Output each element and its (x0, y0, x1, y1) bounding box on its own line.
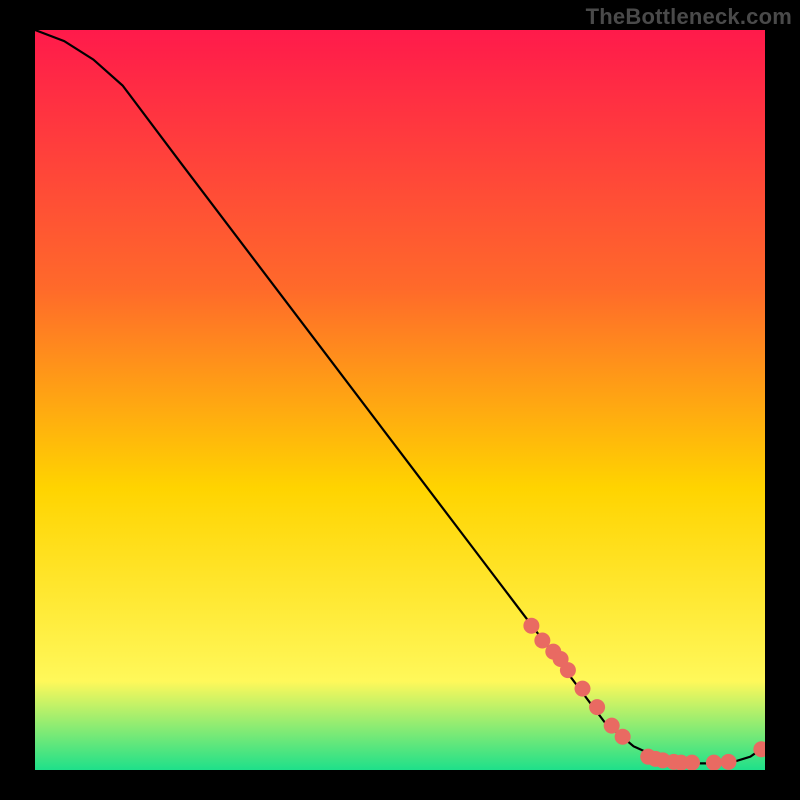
marker-point (575, 681, 591, 697)
marker-point (615, 729, 631, 745)
marker-point (523, 618, 539, 634)
marker-point (706, 755, 722, 770)
marker-point (684, 755, 700, 770)
marker-point (560, 662, 576, 678)
marker-point (721, 754, 737, 770)
chart-svg (35, 30, 765, 770)
gradient-background (35, 30, 765, 770)
watermark-text: TheBottleneck.com (586, 4, 792, 30)
marker-point (589, 699, 605, 715)
bottleneck-chart (35, 30, 765, 770)
